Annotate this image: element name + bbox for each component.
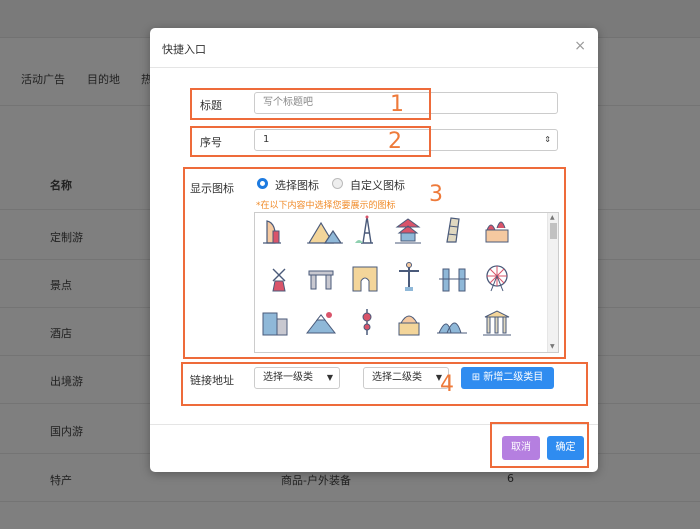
annotation-number-4: 4 xyxy=(440,372,454,397)
annotation-box-3 xyxy=(183,167,566,359)
stepper-arrows-icon[interactable]: ⇕ xyxy=(544,130,551,150)
annotation-box-4 xyxy=(181,362,588,406)
close-icon[interactable]: × xyxy=(574,39,586,53)
modal-title: 快捷入口 xyxy=(162,43,206,56)
annotation-box-buttons xyxy=(490,422,589,468)
modal-header: 快捷入口 × xyxy=(150,28,598,68)
annotation-number-3: 3 xyxy=(429,182,443,207)
annotation-number-1: 1 xyxy=(390,92,404,117)
annotation-number-2: 2 xyxy=(388,129,402,154)
